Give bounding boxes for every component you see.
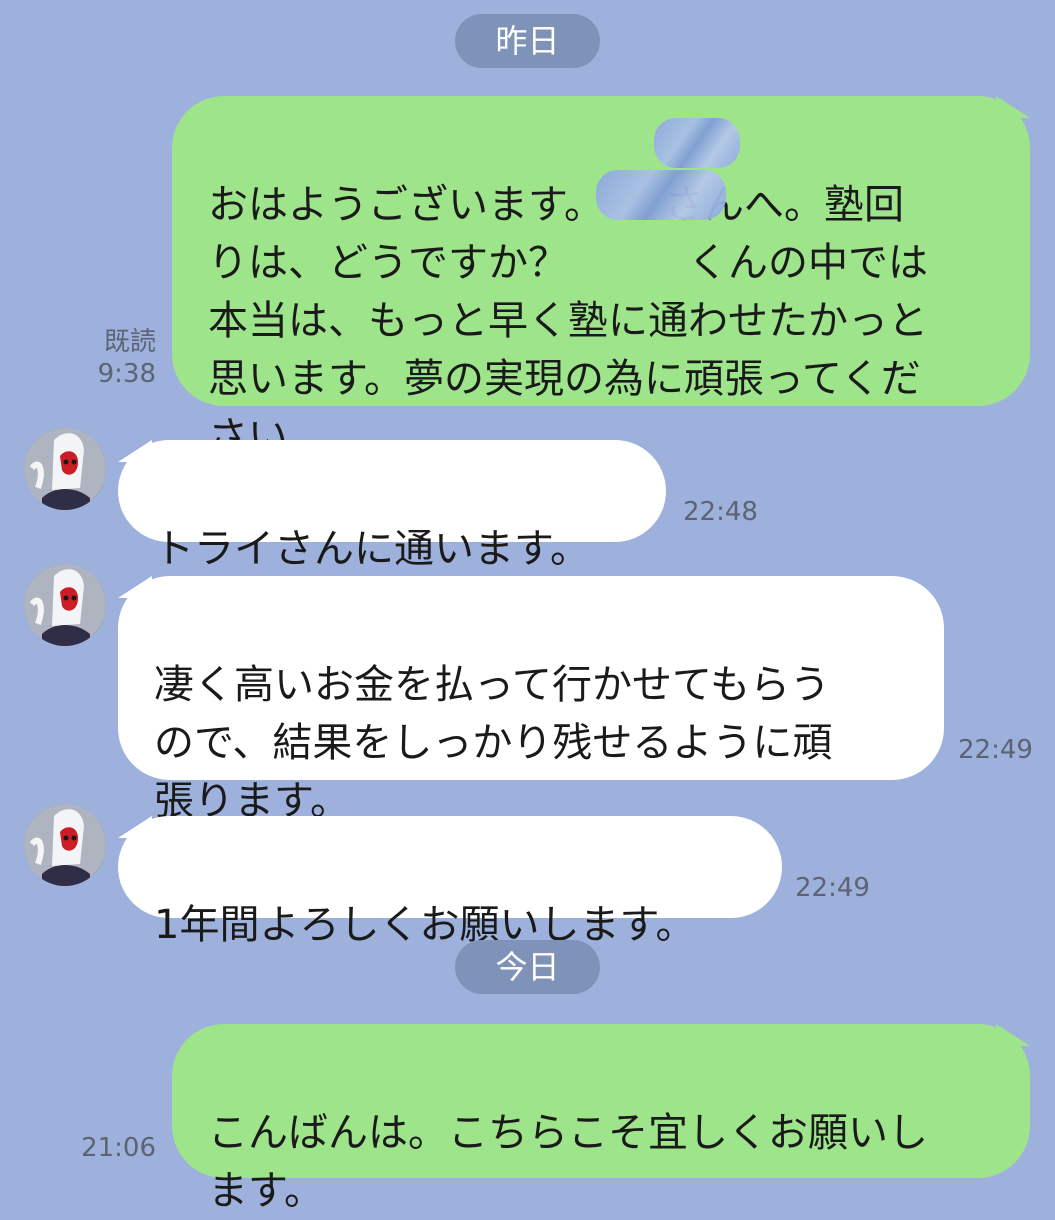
avatar-icon <box>24 564 106 646</box>
message-text-1: おはようございます。 さんへ。塾回 りは、どうですか？ くんの中では 本当は、も… <box>208 182 928 460</box>
avatar[interactable] <box>24 804 106 886</box>
message-meta-1: 既読 9:38 <box>88 326 156 390</box>
message-text-2: トライさんに通います。 <box>154 526 590 572</box>
avatar-icon <box>24 428 106 510</box>
message-time-3: 22:49 <box>958 735 1033 765</box>
avatar[interactable] <box>24 564 106 646</box>
redacted-name-2 <box>596 170 726 220</box>
redacted-name-1 <box>654 118 740 168</box>
message-text-5: こんばんは。こちらこそ宜しくお願いし ます。 <box>208 1110 928 1214</box>
date-label-today: 今日 <box>495 948 560 986</box>
message-bubble-4[interactable]: 1年間よろしくお願いします。 <box>118 816 782 948</box>
message-time-4: 22:49 <box>795 873 870 903</box>
message-text-4: 1年間よろしくお願いします。 <box>154 902 696 948</box>
message-time-2: 22:48 <box>683 497 758 527</box>
avatar-icon <box>24 804 106 886</box>
chat-thread: 昨日 おはようございます。 さんへ。塾回 りは、どうですか？ くんの中では 本当… <box>0 0 1055 1214</box>
date-separator-yesterday: 昨日 <box>455 14 600 68</box>
message-text-3: 凄く高いお金を払って行かせてもらう ので、結果をしっかり残せるように頑 張ります… <box>154 662 833 824</box>
avatar[interactable] <box>24 428 106 510</box>
message-bubble-1[interactable]: おはようございます。 さんへ。塾回 りは、どうですか？ くんの中では 本当は、も… <box>172 96 1030 460</box>
date-label-yesterday: 昨日 <box>495 22 560 60</box>
message-bubble-2[interactable]: トライさんに通います。 <box>118 440 666 572</box>
message-time-5: 21:06 <box>81 1133 156 1163</box>
message-bubble-5[interactable]: こんばんは。こちらこそ宜しくお願いし ます。 <box>172 1024 1030 1214</box>
read-receipt: 既読 <box>103 327 156 357</box>
message-time-1: 9:38 <box>97 359 156 389</box>
message-bubble-3[interactable]: 凄く高いお金を払って行かせてもらう ので、結果をしっかり残せるように頑 張ります… <box>118 576 944 824</box>
date-separator-today: 今日 <box>455 940 600 994</box>
